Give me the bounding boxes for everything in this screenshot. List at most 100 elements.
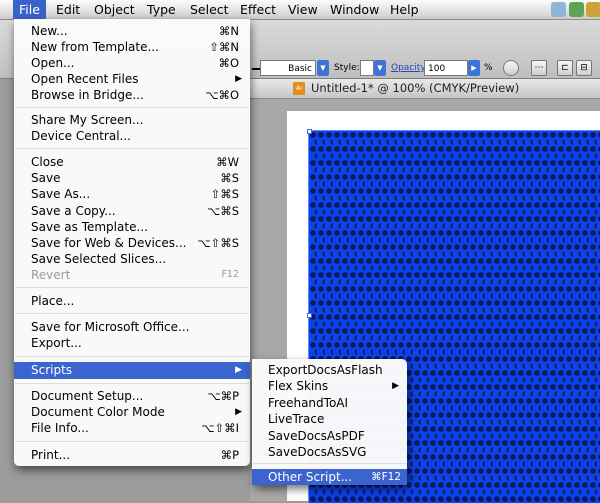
shortcut: ⌥⌘S: [206, 204, 239, 218]
shortcut: ⌥⇧⌘I: [201, 421, 239, 435]
menu-edit[interactable]: Edit: [50, 0, 86, 19]
menu-item-open-recent[interactable]: Open Recent Files ▶: [14, 71, 250, 87]
menu-item-save-for-web[interactable]: Save for Web & Devices... ⌥⇧⌘S: [14, 235, 250, 251]
menu-select[interactable]: Select: [184, 0, 235, 19]
menu-item-label: LiveTrace: [268, 412, 325, 426]
style-label: Style:: [334, 63, 360, 73]
menu-item-document-color-mode[interactable]: Document Color Mode ▶: [14, 404, 250, 420]
submenu-arrow-icon: ▶: [235, 365, 242, 375]
script-item-livetrace[interactable]: LiveTrace: [252, 411, 407, 427]
menu-item-revert: Revert F12: [14, 267, 250, 283]
menu-item-label: Document Color Mode: [31, 405, 165, 419]
menu-item-label: Save as Template...: [31, 220, 148, 234]
menu-separator: [253, 463, 406, 464]
menu-item-label: Export...: [31, 336, 82, 350]
shortcut: ⇧⌘N: [209, 40, 239, 54]
script-item-savedocsaspdf[interactable]: SaveDocsAsPDF: [252, 428, 407, 444]
menu-effect[interactable]: Effect: [234, 0, 282, 19]
menu-view[interactable]: View: [282, 0, 324, 19]
menu-item-label: New from Template...: [31, 40, 159, 54]
menu-item-label: Close: [31, 155, 64, 169]
menu-item-file-info[interactable]: File Info... ⌥⇧⌘I: [14, 420, 250, 436]
align-left-icon[interactable]: ⊏: [557, 60, 573, 76]
menu-item-label: Place...: [31, 294, 75, 308]
menu-item-close[interactable]: Close ⌘W: [14, 154, 250, 170]
menu-separator: [15, 383, 249, 384]
menu-item-save-selected-slices[interactable]: Save Selected Slices...: [14, 251, 250, 267]
shortcut: ⌘W: [216, 155, 239, 169]
submenu-arrow-icon: ▶: [235, 407, 242, 417]
menu-item-label: Save for Web & Devices...: [31, 236, 187, 250]
shortcut: ⌘N: [218, 24, 239, 38]
opacity-link[interactable]: Opacity: [391, 61, 426, 75]
menu-item-label: SaveDocsAsSVG: [268, 445, 367, 459]
menu-item-open[interactable]: Open... ⌘O: [14, 55, 250, 71]
script-item-freehandtoai[interactable]: FreehandToAI: [252, 395, 407, 411]
align-selection-icon[interactable]: ⋯: [531, 60, 547, 76]
menu-item-save-a-copy[interactable]: Save a Copy... ⌥⌘S: [14, 203, 250, 219]
menu-item-scripts[interactable]: Scripts ▶: [14, 362, 250, 379]
menu-separator: [15, 107, 249, 108]
sync-status-icon[interactable]: [569, 2, 584, 17]
shortcut: ⌥⇧⌘S: [197, 236, 239, 250]
script-item-flex-skins[interactable]: Flex Skins ▶: [252, 378, 407, 394]
shortcut: ⌥⌘O: [205, 88, 239, 102]
shortcut: ⌘S: [220, 171, 239, 185]
brush-style-field[interactable]: Basic: [260, 60, 316, 76]
menu-item-label: Open Recent Files: [31, 72, 139, 86]
script-item-savedocsassvg[interactable]: SaveDocsAsSVG: [252, 444, 407, 460]
style-swatch[interactable]: [360, 60, 374, 76]
menu-item-share-my-screen[interactable]: Share My Screen...: [14, 112, 250, 128]
menu-item-label: Save a Copy...: [31, 204, 116, 218]
menu-item-device-central[interactable]: Device Central...: [14, 128, 250, 144]
opacity-percent: %: [484, 63, 493, 73]
menu-item-save[interactable]: Save ⌘S: [14, 170, 250, 186]
menu-item-new[interactable]: New... ⌘N: [14, 23, 250, 39]
opacity-input[interactable]: 100: [424, 60, 468, 76]
script-item-other-script[interactable]: Other Script... ⌘F12: [252, 469, 407, 485]
menu-item-save-for-office[interactable]: Save for Microsoft Office...: [14, 319, 250, 335]
submenu-arrow-icon: ▶: [392, 381, 399, 391]
document-icon: Ai: [293, 82, 305, 95]
menu-window[interactable]: Window: [324, 0, 385, 19]
menu-item-export[interactable]: Export...: [14, 335, 250, 351]
menu-item-place[interactable]: Place...: [14, 293, 250, 309]
selection-handle[interactable]: [307, 129, 312, 134]
menu-file[interactable]: File: [13, 0, 46, 19]
menu-item-label: Flex Skins: [268, 379, 329, 393]
menu-bar: File Edit Object Type Select Effect View…: [0, 0, 600, 20]
style-dropdown-icon[interactable]: ▼: [374, 60, 386, 76]
menu-item-save-as-template[interactable]: Save as Template...: [14, 219, 250, 235]
recolor-icon[interactable]: [503, 60, 519, 76]
menu-item-label: Document Setup...: [31, 389, 144, 403]
menu-item-save-as[interactable]: Save As... ⇧⌘S: [14, 186, 250, 202]
status-menu-icon[interactable]: [551, 2, 566, 17]
file-menu: New... ⌘N New from Template... ⇧⌘N Open.…: [14, 19, 250, 466]
brush-dropdown-icon[interactable]: ▼: [317, 60, 329, 76]
script-item-exportdocsasflash[interactable]: ExportDocsAsFlash: [252, 362, 407, 378]
shortcut: F12: [221, 269, 239, 280]
opacity-dropdown-icon[interactable]: ▶: [468, 60, 480, 76]
menu-item-print[interactable]: Print... ⌘P: [14, 447, 250, 463]
menu-item-label: Share My Screen...: [31, 113, 144, 127]
menu-item-label: Device Central...: [31, 129, 131, 143]
shortcut: ⌘P: [220, 448, 239, 462]
selection-handle[interactable]: [307, 313, 312, 318]
menu-item-label: Revert: [31, 268, 71, 282]
scripts-submenu: ExportDocsAsFlash Flex Skins ▶ FreehandT…: [252, 359, 407, 485]
shortcut: ⌘F12: [371, 471, 401, 483]
cloud-status-icon[interactable]: [586, 2, 600, 17]
menu-separator: [15, 313, 249, 314]
menu-item-new-from-template[interactable]: New from Template... ⇧⌘N: [14, 39, 250, 55]
document-tab[interactable]: Ai Untitled-1* @ 100% (CMYK/Preview): [250, 79, 600, 99]
menu-item-browse-in-bridge[interactable]: Browse in Bridge... ⌥⌘O: [14, 87, 250, 103]
submenu-arrow-icon: ▶: [235, 74, 242, 84]
menu-object[interactable]: Object: [88, 0, 141, 19]
align-center-icon[interactable]: ⊟: [576, 60, 592, 76]
menu-item-document-setup[interactable]: Document Setup... ⌥⌘P: [14, 388, 250, 404]
menu-help[interactable]: Help: [384, 0, 425, 19]
shortcut: ⌥⌘P: [207, 389, 239, 403]
menu-type[interactable]: Type: [141, 0, 182, 19]
menu-separator: [15, 148, 249, 149]
menu-item-label: ExportDocsAsFlash: [268, 363, 383, 377]
